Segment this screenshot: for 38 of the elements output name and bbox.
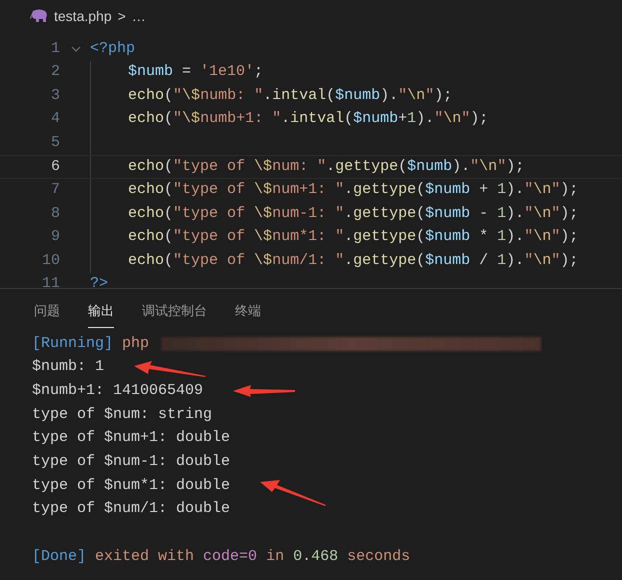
panel-tab[interactable]: 终端 <box>235 301 261 328</box>
panel-tab[interactable]: 调试控制台 <box>142 301 207 328</box>
code-line: echo("type of \$num*1: ".gettype($numb * 1)."\n"); <box>128 227 578 248</box>
line-number: 3 <box>50 86 61 106</box>
line-number: 10 <box>40 250 61 271</box>
output-line: type of $num+1: double <box>32 428 230 448</box>
output-line: [Running] php <box>32 334 150 354</box>
line-number: 2 <box>50 62 61 82</box>
output-line: type of $num/1: double <box>32 499 230 520</box>
line-number: 9 <box>50 227 61 248</box>
panel-tab[interactable]: 输出 <box>88 301 114 328</box>
output-line: type of $num-1: double <box>32 452 230 472</box>
elephant-icon <box>30 9 48 23</box>
code-line: echo("type of \$num+1: ".gettype($numb + 1)."\n"); <box>128 180 578 200</box>
line-number: 1 <box>50 38 61 59</box>
code-line: echo("type of \$num-1: ".gettype($numb - 1)."\n"); <box>128 204 578 224</box>
code-line: $numb = '1e10'; <box>128 62 264 82</box>
code-line: echo("\$numb+1: ".intval($numb+1)."\n"); <box>128 109 488 130</box>
output-line: type of $num: string <box>32 404 212 425</box>
line-number: 7 <box>50 180 61 200</box>
output-line: $numb: 1 <box>32 357 104 378</box>
breadcrumb-separator: > <box>118 6 126 26</box>
line-number: 5 <box>50 132 61 153</box>
line-number: 11 <box>40 274 61 294</box>
output-line: [Done] exited with code=0 in 0.468 seconds <box>32 546 410 567</box>
line-number: 8 <box>50 204 61 224</box>
code-line: echo("type of \$num: ".gettype($numb)."\n"); <box>128 156 524 177</box>
line-number: 4 <box>50 109 61 130</box>
code-line: echo("type of \$num/1: ".gettype($numb / 1)."\n"); <box>128 250 578 271</box>
line-number: 6 <box>50 156 61 177</box>
code-line: ?> <box>90 274 108 294</box>
breadcrumb-more[interactable]: … <box>132 6 146 26</box>
output-line: $numb+1: 1410065409 <box>32 380 204 401</box>
output-line: type of $num*1: double <box>32 476 230 496</box>
panel-tab[interactable]: 问题 <box>34 301 60 328</box>
file-name[interactable]: testa.php <box>54 6 112 26</box>
code-line: <?php <box>90 38 136 59</box>
code-line: echo("\$numb: ".intval($numb)."\n"); <box>128 86 452 106</box>
